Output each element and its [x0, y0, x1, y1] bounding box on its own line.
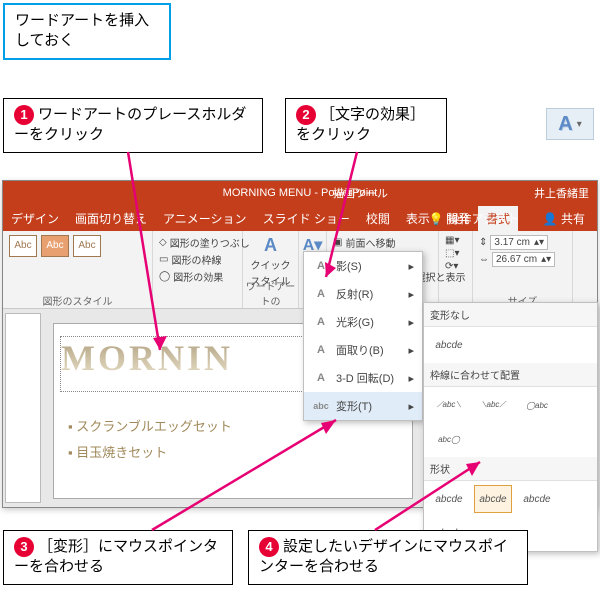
- sub-none-header: 変形なし: [424, 303, 597, 327]
- intro-note: ワードアートを挿入しておく: [3, 3, 171, 60]
- group-align: ▦▾ ⬚▾ ⟳▾: [439, 231, 473, 308]
- height-icon: ⇕: [479, 237, 487, 248]
- sub-fit-header: 枠線に合わせて配置: [424, 363, 597, 387]
- group-icon[interactable]: ⬚▾: [445, 248, 466, 259]
- A-bevel-icon: A: [312, 343, 330, 357]
- shape-fill[interactable]: ◇ 図形の塗りつぶし: [159, 235, 236, 250]
- height-input[interactable]: 3.17 cm▴▾: [490, 235, 548, 250]
- title-user: 井上香緒里: [534, 185, 589, 201]
- align-icon[interactable]: ▦▾: [445, 235, 466, 246]
- share-button[interactable]: 👤 共有: [535, 206, 593, 231]
- shape-style-thumb-2[interactable]: Abc: [41, 235, 69, 257]
- tab-design[interactable]: デザイン: [3, 206, 67, 231]
- group-shape-fill: ◇ 図形の塗りつぶし ▭ 図形の枠線 ◯ 図形の効果: [153, 231, 243, 308]
- step4-text: 設定したいデザインにマウスポインターを合わせる: [259, 538, 508, 575]
- fit-arc2[interactable]: ⟍abc⟋: [474, 391, 512, 419]
- wordart-text: MORNIN: [61, 338, 233, 378]
- tab-animation[interactable]: アニメーション: [155, 206, 255, 231]
- ribbon: Abc Abc Abc 図形のスタイル ◇ 図形の塗りつぶし ▭ 図形の枠線 ◯…: [3, 231, 597, 309]
- dd-3d[interactable]: A3-D 回転(D)▸: [304, 364, 422, 392]
- width-input[interactable]: 26.67 cm▴▾: [492, 252, 555, 267]
- shape-effects[interactable]: ◯ 図形の効果: [159, 269, 236, 284]
- text-effects-icon-button[interactable]: A▾: [546, 108, 594, 140]
- step3-text: ［変形］にマウスポインターを合わせる: [14, 538, 218, 575]
- callout-step3: 3［変形］にマウスポインターを合わせる: [3, 530, 233, 585]
- A-icon: A: [264, 235, 277, 256]
- step4-num: 4: [259, 537, 279, 557]
- intro-text: ワードアートを挿入しておく: [15, 12, 149, 49]
- group-wordart: A クイックスタイル ワードアートの: [243, 231, 299, 308]
- tell-me[interactable]: 💡 操作アシスト: [421, 206, 527, 231]
- step2-num: 2: [296, 105, 316, 125]
- fit-circ2[interactable]: abc◯: [430, 425, 468, 453]
- slide-thumbnail-pane[interactable]: [5, 313, 41, 503]
- text-effects-dropdown: A影(S)▸ A反射(R)▸ A光彩(G)▸ A面取り(B)▸ A3-D 回転(…: [303, 251, 423, 421]
- sub-shapes-header: 形状: [424, 457, 597, 481]
- dd-glow[interactable]: A光彩(G)▸: [304, 308, 422, 336]
- callout-step1: 1ワードアートのプレースホルダーをクリック: [3, 98, 263, 153]
- group-shape-styles: Abc Abc Abc 図形のスタイル: [3, 231, 153, 308]
- title-bar: MORNING MENU - PowerPoint 描画ツール 井上香緒里: [3, 181, 597, 205]
- A-reflect-icon: A: [312, 287, 330, 301]
- fit-arc1[interactable]: ⟋abc⟍: [430, 391, 468, 419]
- dd-bevel[interactable]: A面取り(B)▸: [304, 336, 422, 364]
- title-tool: 描画ツール: [333, 185, 388, 201]
- text-effects-A-icon: A: [558, 113, 572, 136]
- share-label: 共有: [561, 212, 585, 226]
- step3-num: 3: [14, 537, 34, 557]
- rotate-icon[interactable]: ⟳▾: [445, 261, 466, 272]
- bring-front[interactable]: ▣ 前面へ移動: [333, 235, 432, 250]
- abc-transform-icon: abc: [312, 399, 330, 413]
- shape-style-thumb-3[interactable]: Abc: [73, 235, 101, 257]
- A-shadow-icon: A: [312, 259, 330, 273]
- shape-outline[interactable]: ▭ 図形の枠線: [159, 252, 236, 267]
- powerpoint-window: MORNING MENU - PowerPoint 描画ツール 井上香緒里 デザ…: [2, 180, 598, 508]
- shape-3[interactable]: abcde: [518, 485, 556, 513]
- fit-circ1[interactable]: ◯abc: [518, 391, 556, 419]
- step1-text: ワードアートのプレースホルダーをクリック: [14, 106, 246, 143]
- tab-transition[interactable]: 画面切り替え: [67, 206, 155, 231]
- width-icon: ⇔: [479, 254, 489, 265]
- dd-reflect[interactable]: A反射(R)▸: [304, 280, 422, 308]
- ribbon-tabs: デザイン 画面切り替え アニメーション スライド ショー 校閲 表示 開発 書式…: [3, 205, 597, 231]
- bullet-2[interactable]: ▪ 目玉焼きセット: [68, 442, 167, 461]
- transform-none[interactable]: abcde: [430, 331, 468, 359]
- transform-gallery: 変形なし abcde 枠線に合わせて配置 ⟋abc⟍ ⟍abc⟋ ◯abc ab…: [423, 302, 598, 552]
- tab-slideshow[interactable]: スライド ショー: [255, 206, 358, 231]
- callout-step2: 2［文字の効果］をクリック: [285, 98, 447, 153]
- shape-1[interactable]: abcde: [430, 485, 468, 513]
- group-label-shape: 図形のスタイル: [3, 293, 152, 308]
- group-label-wa: ワードアートの: [243, 278, 298, 308]
- A-glow-icon: A: [312, 315, 330, 329]
- callout-step4: 4設定したいデザインにマウスポインターを合わせる: [248, 530, 528, 585]
- A-3d-icon: A: [312, 371, 330, 385]
- bullet-1[interactable]: ▪ スクランブルエッグセット: [68, 416, 232, 435]
- shape-style-thumb-1[interactable]: Abc: [9, 235, 37, 257]
- dropdown-caret-icon: ▾: [577, 119, 582, 130]
- shape-2[interactable]: abcde: [474, 485, 512, 513]
- step1-num: 1: [14, 105, 34, 125]
- dd-shadow[interactable]: A影(S)▸: [304, 252, 422, 280]
- group-size: ⇕3.17 cm▴▾ ⇔26.67 cm▴▾ サイズ: [473, 231, 573, 308]
- tell-me-label: 操作アシスト: [447, 210, 519, 227]
- dd-transform[interactable]: abc変形(T)▸: [304, 392, 422, 420]
- tab-review[interactable]: 校閲: [358, 206, 398, 231]
